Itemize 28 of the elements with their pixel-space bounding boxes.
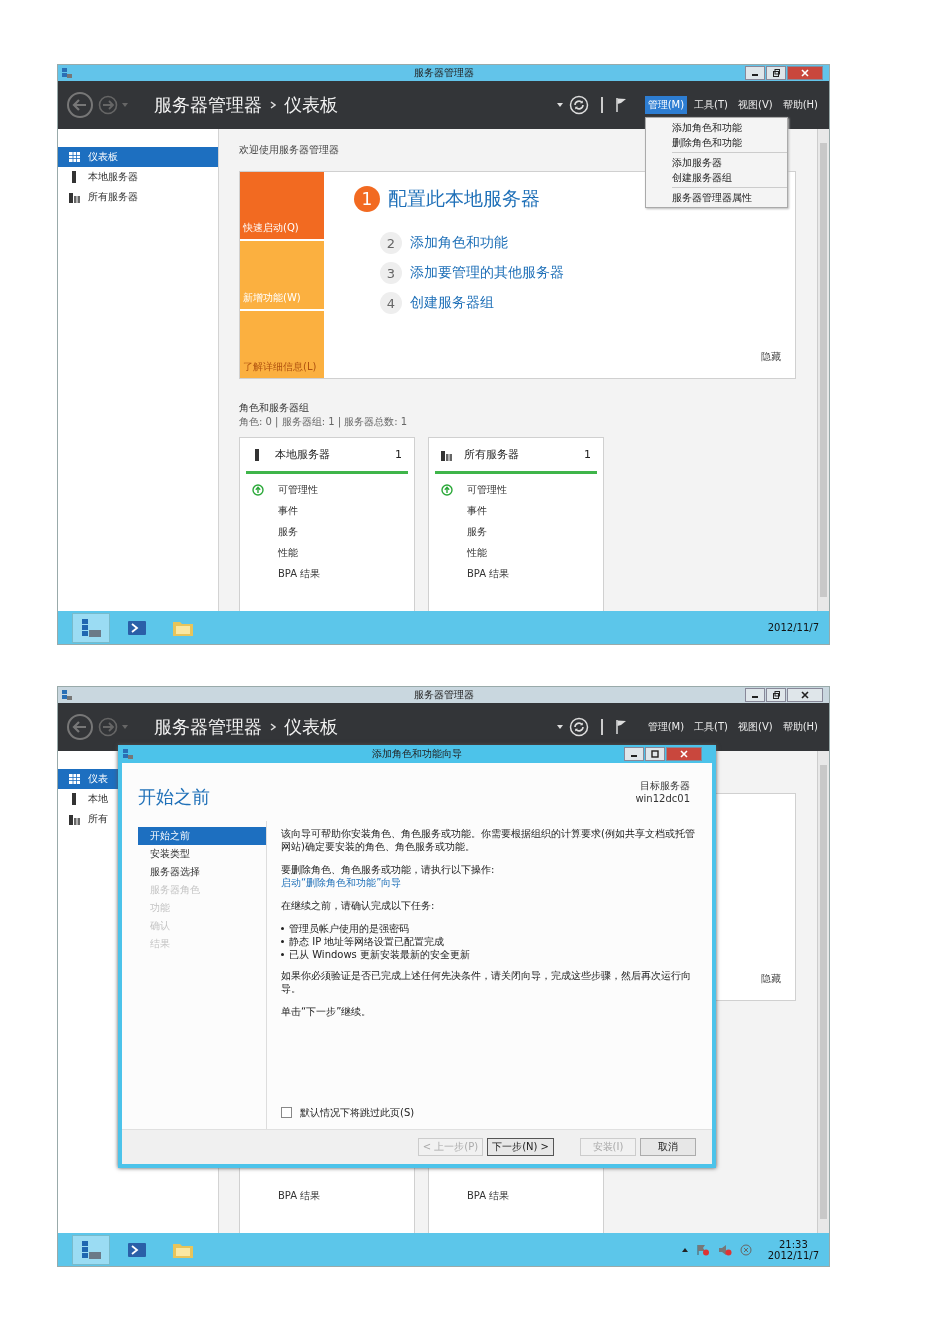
paragraph: 在继续之前，请确认完成以下任务: — [281, 899, 436, 912]
dialog-title: 添加角色和功能向导 — [372, 747, 462, 761]
window-title: 服务器管理器 — [413, 66, 474, 80]
step-number: 2 — [380, 232, 402, 254]
list-item: 静态 IP 地址等网络设置已配置完成 — [289, 935, 445, 948]
step-number: 3 — [380, 262, 402, 284]
server-count: 1 — [584, 448, 591, 461]
target-server: win12dc01 — [635, 793, 690, 804]
checkbox-label: 默认情况下将跳过此页(S) — [300, 1106, 415, 1119]
paragraph: 如果你必须验证是否已完成上述任何先决条件，请关闭向导，完成这些步骤，然后再次运行向导。 — [281, 969, 692, 995]
paragraph: 单击“下一步”继续。 — [281, 1005, 373, 1018]
card-title: 本地服务器 — [275, 447, 331, 462]
section-summary: 角色: 0 | 服务器组: 1 | 服务器总数: 1 — [239, 415, 409, 429]
target-label: 目标服务器 — [640, 779, 690, 793]
step-number: 1 — [354, 186, 380, 212]
welcome-text: 欢迎使用服务器管理器 — [239, 143, 339, 157]
paragraph: 要删除角色、角色服务或功能，请执行以下操作: — [281, 863, 496, 876]
card-title: 所有服务器 — [464, 447, 520, 462]
paragraph: 该向导可帮助你安装角色、角色服务或功能。你需要根据组织的计算要求(例如共享文档或托管网站)确定要安装的角色、角色服务或功能。 — [281, 827, 696, 853]
page-title: 仪表板 — [284, 93, 338, 117]
step-number: 4 — [380, 292, 402, 314]
window-title: 服务器管理器 — [413, 688, 474, 702]
list-item: 管理员帐户使用的是强密码 — [289, 922, 409, 935]
page-title: 仪表板 — [284, 715, 338, 739]
page-heading: 开始之前 — [138, 785, 210, 809]
server-count: 1 — [395, 448, 402, 461]
list-item: 已从 Windows 更新安装最新的安全更新 — [289, 948, 470, 961]
section-title: 角色和服务器组 — [239, 401, 310, 415]
